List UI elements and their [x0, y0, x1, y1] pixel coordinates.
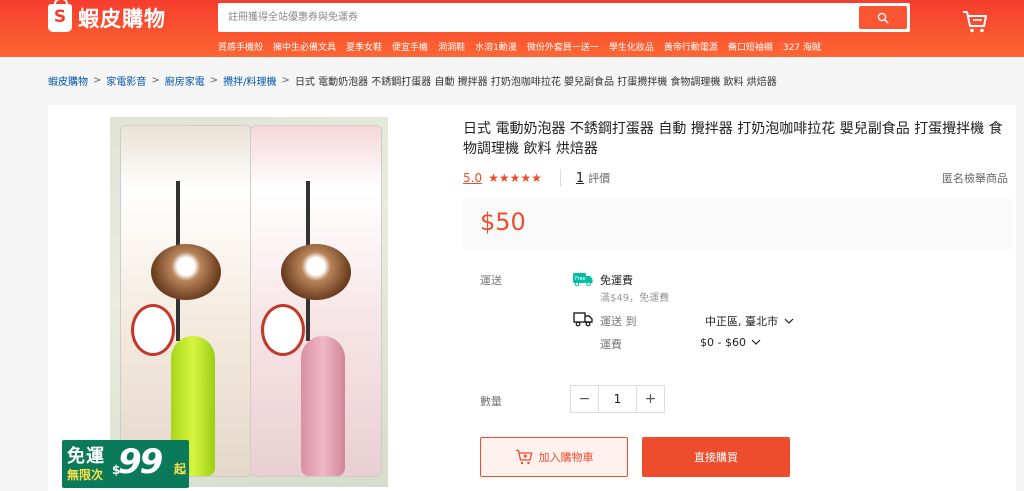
logo-letter: S [53, 7, 67, 27]
report-product-link[interactable]: 匿名檢舉商品 [942, 170, 1008, 186]
hot-keyword[interactable]: 質感手機殼 [218, 40, 263, 53]
rating-row: 5.0 ★★★★★ 1 評價 匿名檢舉商品 [463, 168, 1008, 188]
product-package-green [120, 125, 252, 477]
add-to-cart-button[interactable]: 加入購物車 [480, 437, 628, 477]
review-count[interactable]: 1 [576, 171, 584, 186]
truck-icon [573, 312, 593, 327]
svg-text:Free: Free [575, 276, 586, 282]
breadcrumb-link[interactable]: 家電影音 [106, 73, 146, 88]
hot-keyword[interactable]: 蕎口短袖襯 [728, 40, 773, 53]
divider [559, 169, 561, 187]
chevron-down-icon [784, 318, 793, 324]
quantity-stepper: − 1 + [570, 385, 665, 413]
shipping-fee-range: $0 - $60 [700, 336, 746, 349]
review-label: 評價 [588, 172, 611, 185]
shopee-logo[interactable]: S 蝦皮購物 [48, 0, 166, 33]
latte-cup-image [151, 244, 221, 300]
free-shipping-icon: Free [573, 273, 593, 286]
shipping-location-dropdown[interactable]: 中正區, 臺北市 [705, 313, 794, 329]
quantity-increase-button[interactable]: + [637, 386, 664, 412]
free-shipping-badge: 免運 無限次 $ 99 起 [62, 440, 189, 488]
product-image[interactable] [110, 117, 388, 487]
breadcrumb-link[interactable]: 蝦皮購物 [48, 73, 88, 88]
free-shipping-condition: 滿$49，免運費 [600, 293, 670, 304]
badge-suffix: 起 [174, 462, 187, 476]
hot-keyword[interactable]: 洞洞鞋 [438, 40, 465, 53]
hot-keywords: 質感手機殼 擁中生必備文具 夏季女鞋 便宜手機 洞洞鞋 水溶1動漫 微份外套買一… [218, 40, 821, 53]
top-header: S 蝦皮購物 質感手機殼 擁中生必備文具 夏季女鞋 便宜手機 洞洞鞋 水溶1動漫… [0, 0, 1024, 57]
shipping-location: 中正區, 臺北市 [705, 315, 778, 328]
latte-cup-image [281, 244, 351, 300]
logo-text: 蝦皮購物 [78, 7, 166, 31]
hot-keyword[interactable]: 327 海賊 [783, 40, 821, 53]
badge-free-text: 免運 [67, 446, 105, 467]
price-box: $50 [463, 198, 1012, 250]
chevron-right-icon: > [281, 75, 290, 86]
label-sticker [261, 304, 305, 356]
breadcrumb-current: 日式 電動奶泡器 不銹鋼打蛋器 自動 攪拌器 打奶泡咖啡拉花 嬰兒副食品 打蛋攪… [294, 77, 777, 88]
frother-body-pink [301, 336, 345, 476]
buy-now-label: 直接購買 [694, 451, 738, 464]
product-price: $50 [480, 208, 526, 236]
chevron-right-icon: > [209, 75, 219, 86]
hot-keyword[interactable]: 便宜手機 [392, 40, 428, 53]
shopping-bag-icon: S [48, 0, 72, 32]
breadcrumb-link[interactable]: 廚房家電 [165, 73, 205, 88]
buy-now-button[interactable]: 直接購買 [642, 437, 790, 477]
add-to-cart-label: 加入購物車 [538, 451, 594, 464]
shipping-fee-dropdown[interactable]: $0 - $60 [700, 336, 761, 349]
hot-keyword[interactable]: 擁中生必備文具 [273, 40, 336, 53]
hot-keyword[interactable]: 夏季女鞋 [346, 40, 382, 53]
quantity-label: 數量 [480, 395, 502, 408]
hot-keyword[interactable]: 黃帝行動電源 [664, 40, 718, 53]
chevron-right-icon: > [93, 75, 102, 86]
breadcrumb-link[interactable]: 攪拌/料理機 [223, 73, 276, 88]
search-button[interactable] [859, 6, 907, 29]
product-package-pink [250, 125, 382, 477]
breadcrumb: 蝦皮購物 > 家電影音 > 廚房家電 > 攪拌/料理機 > 日式 電動奶泡器 不… [48, 73, 777, 88]
free-shipping-title: 免運費 [600, 274, 633, 287]
shipping-fee-label: 運費 [600, 338, 622, 351]
quantity-decrease-button[interactable]: − [571, 386, 598, 412]
search-icon [877, 12, 889, 24]
rating-value[interactable]: 5.0 [463, 171, 482, 185]
product-title: 日式 電動奶泡器 不銹鋼打蛋器 自動 攪拌器 打奶泡咖啡拉花 嬰兒副食品 打蛋攪… [463, 121, 1003, 157]
star-rating-icon: ★★★★★ [488, 171, 542, 185]
shipping-label: 運送 [480, 274, 502, 287]
label-sticker [131, 304, 175, 356]
search-bar [218, 3, 910, 32]
cart-icon[interactable] [962, 10, 988, 34]
add-cart-icon [515, 449, 532, 465]
badge-unlimited-text: 無限次 [67, 468, 104, 482]
badge-number: 99 [118, 442, 163, 482]
hot-keyword[interactable]: 微份外套買一送一 [527, 40, 599, 53]
hot-keyword[interactable]: 學生化妝品 [609, 40, 654, 53]
chevron-right-icon: > [151, 75, 160, 86]
ship-to-label: 運送 到 [600, 315, 637, 328]
quantity-input[interactable]: 1 [598, 386, 637, 412]
chevron-down-icon [752, 339, 761, 345]
search-input[interactable] [228, 3, 848, 32]
hot-keyword[interactable]: 水溶1動漫 [475, 40, 517, 53]
